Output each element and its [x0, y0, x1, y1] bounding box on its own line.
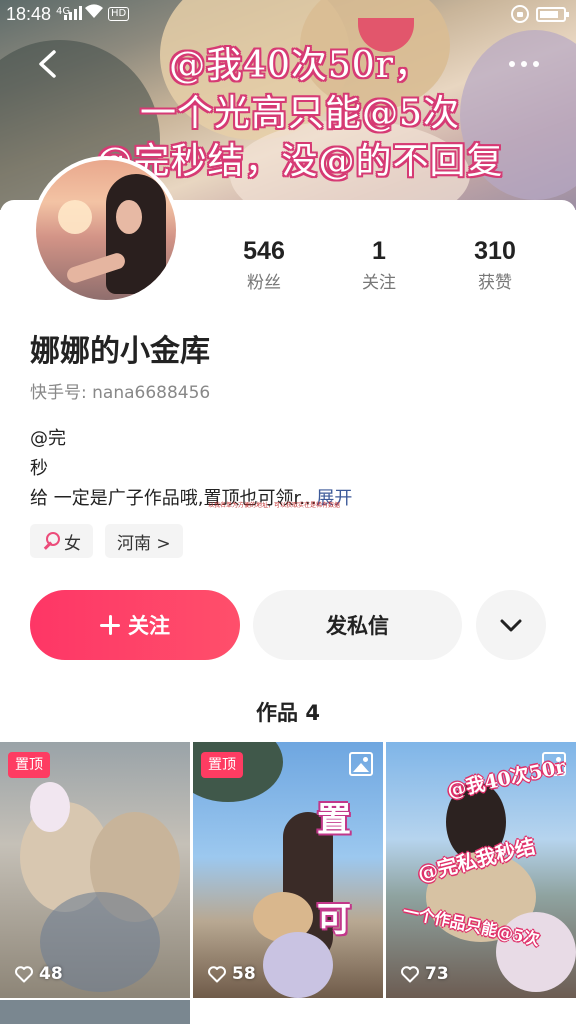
- stat-label: 获赞: [478, 273, 512, 293]
- stat-value: 546: [243, 237, 285, 265]
- more-options-button[interactable]: [500, 48, 548, 80]
- hd-icon: HD: [108, 7, 130, 21]
- follow-button[interactable]: 关注: [30, 590, 240, 660]
- stat-likes[interactable]: 310 获赞: [445, 236, 545, 293]
- bio-line: @完: [30, 428, 66, 449]
- status-bar: 18:48 4G HD: [0, 0, 576, 30]
- like-count: 48: [14, 964, 63, 984]
- stat-label: 粉丝: [247, 273, 281, 293]
- follow-label: 关注: [128, 614, 170, 638]
- stat-value: 310: [474, 237, 516, 265]
- work-thumbnail-partial[interactable]: [0, 1000, 190, 1024]
- region-tag[interactable]: 河南 >: [105, 524, 183, 558]
- stat-following[interactable]: 1 关注: [329, 236, 429, 293]
- thumbnail-caption: 置: [317, 800, 351, 840]
- expand-more-button[interactable]: [476, 590, 546, 660]
- dot-icon: [533, 61, 539, 67]
- plus-icon: [100, 615, 120, 635]
- cover-caption-line: 一个光高只能@5次: [140, 93, 460, 134]
- heart-icon: [208, 966, 226, 983]
- chevron-down-icon: [500, 619, 522, 632]
- like-count: 58: [207, 964, 256, 984]
- chevron-left-icon: [39, 50, 56, 78]
- dot-icon: [509, 61, 515, 67]
- avatar[interactable]: [32, 156, 180, 304]
- heart-icon: [401, 966, 419, 983]
- pinned-badge: 置顶: [201, 752, 243, 778]
- battery-icon: [536, 7, 569, 22]
- thumbnail-caption: @我40次50r: [445, 755, 568, 803]
- image-post-icon: [349, 752, 373, 776]
- status-time: 18:48: [6, 4, 52, 24]
- kuaishou-id[interactable]: 快手号: nana6688456: [30, 378, 210, 403]
- wifi-icon: [84, 2, 104, 25]
- heart-icon: [15, 966, 33, 983]
- stat-label: 关注: [362, 273, 396, 293]
- rotation-lock-icon: [511, 5, 529, 23]
- dot-icon: [521, 61, 527, 67]
- bio-line: 秒: [30, 458, 48, 479]
- profile-bio: @完 秒 给 一定是广子作品哦,置顶也可领r...展开 以我名单为方便的地址，可…: [30, 424, 352, 514]
- work-thumbnail[interactable]: 置顶 置 可 58: [193, 742, 383, 998]
- message-label: 发私信: [326, 614, 389, 638]
- message-button[interactable]: 发私信: [253, 590, 462, 660]
- like-count: 73: [400, 964, 449, 984]
- gender-tag: 女: [30, 524, 93, 558]
- female-icon: [42, 532, 60, 550]
- works-tab-title[interactable]: 作品 4: [0, 697, 576, 727]
- gender-label: 女: [64, 533, 81, 554]
- profile-tags: 女 河南 >: [30, 524, 183, 558]
- work-thumbnail[interactable]: @我40次50r @完私我秒结 一个作品只能@5次 73: [386, 742, 576, 998]
- thumbnail-caption: 可: [317, 900, 351, 940]
- work-thumbnail[interactable]: 置顶 48: [0, 742, 190, 998]
- cover-caption-line: @我40次50r，: [169, 45, 431, 86]
- signal-icon: [64, 6, 82, 20]
- stat-value: 1: [372, 237, 386, 265]
- pinned-badge: 置顶: [8, 752, 50, 778]
- region-label: 河南 >: [117, 533, 171, 554]
- stat-followers[interactable]: 546 粉丝: [214, 236, 314, 293]
- back-button[interactable]: [28, 44, 68, 84]
- profile-name: 娜娜的小金库: [30, 334, 210, 369]
- bio-overlay-text: 以我名单为方便的地址，可以获取实在是稀有数据: [208, 502, 341, 509]
